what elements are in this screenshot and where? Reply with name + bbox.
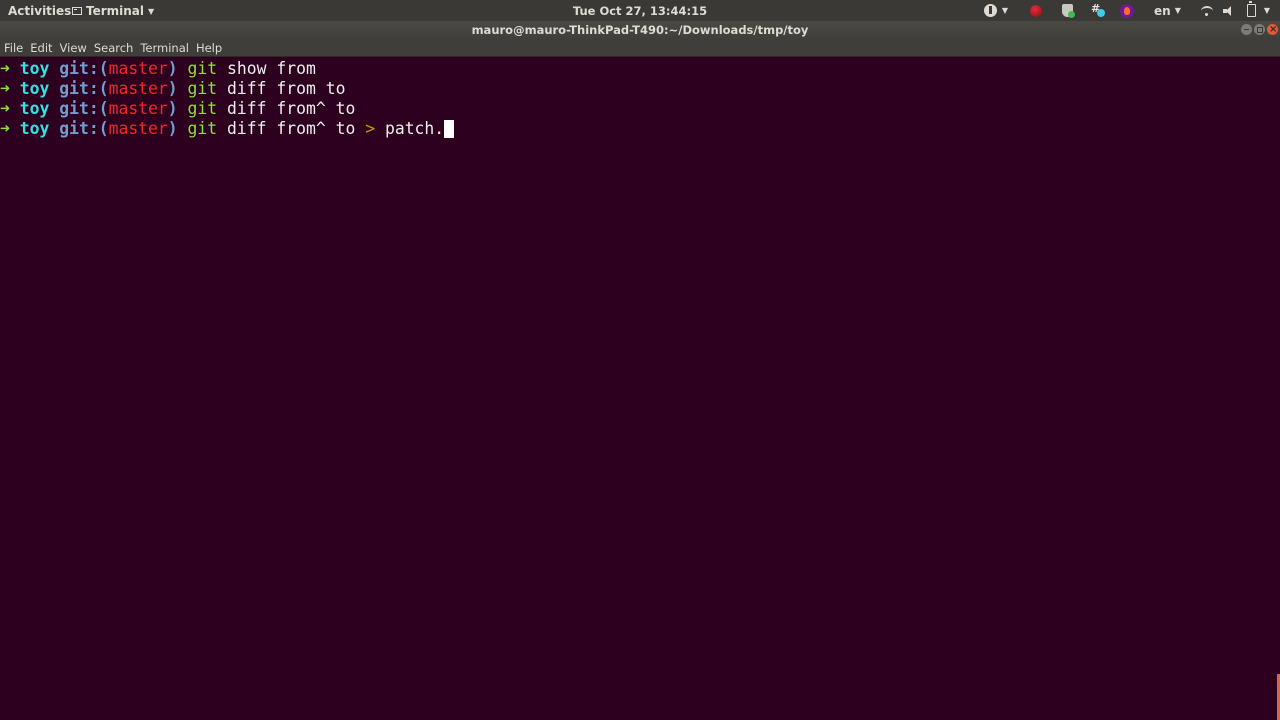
terminal-input-line[interactable]: ➜ toy git:(master) git diff from^ to > p… [0, 119, 1280, 139]
window-controls [1241, 20, 1278, 39]
top-bar: Activities Terminal ▼ Tue Oct 27, 13:44:… [0, 0, 1280, 21]
slack-icon[interactable] [1091, 2, 1105, 17]
prompt-directory: toy [19, 79, 50, 98]
prompt-git-label: git:( [59, 79, 109, 98]
volume-icon[interactable] [1222, 5, 1235, 16]
close-button[interactable] [1267, 20, 1278, 39]
prompt-git-close: ) [167, 79, 178, 98]
command: git [187, 99, 218, 118]
menu-help[interactable]: Help [196, 41, 222, 55]
terminal-line: ➜ toy git:(master) git diff from to [0, 79, 1280, 99]
terminal-line: ➜ toy git:(master) git show from [0, 59, 1280, 79]
menu-edit[interactable]: Edit [30, 41, 52, 55]
prompt-arrow: ➜ [0, 119, 10, 138]
prompt-arrow: ➜ [0, 79, 10, 98]
window-titlebar[interactable]: mauro@mauro-ThinkPad-T490:~/Downloads/tm… [0, 20, 1280, 40]
command-tail: patch. [384, 119, 445, 138]
command-args: show from [227, 59, 316, 78]
app-flame-icon[interactable] [1120, 3, 1134, 18]
menu-bar: File Edit View Search Terminal Help [0, 40, 1280, 57]
menu-terminal[interactable]: Terminal [140, 41, 189, 55]
wifi-icon[interactable] [1200, 5, 1213, 16]
prompt-directory: toy [19, 59, 50, 78]
command-args: diff from to [227, 79, 346, 98]
terminal-output[interactable]: ➜ toy git:(master) git show from ➜ toy g… [0, 57, 1280, 720]
menu-search[interactable]: Search [94, 41, 134, 55]
accessibility-icon[interactable] [983, 4, 997, 17]
battery-icon[interactable] [1246, 1, 1256, 17]
redirect-operator: > [365, 119, 376, 138]
chevron-down-icon[interactable]: ▼ [1264, 6, 1270, 15]
menu-file[interactable]: File [4, 41, 23, 55]
command: git [187, 119, 218, 138]
prompt-git-close: ) [167, 59, 178, 78]
text-cursor [444, 120, 455, 138]
command: git [187, 79, 218, 98]
chevron-down-icon: ▼ [1174, 6, 1181, 15]
system-tray: ▼ en ▼ ▼ [970, 1, 1270, 19]
prompt-arrow: ➜ [0, 99, 10, 118]
prompt-directory: toy [19, 119, 50, 138]
prompt-git-close: ) [167, 99, 178, 118]
minimize-button[interactable] [1241, 24, 1252, 35]
prompt-branch: master [108, 59, 168, 78]
prompt-directory: toy [19, 99, 50, 118]
terminal-line: ➜ toy git:(master) git diff from^ to [0, 99, 1280, 119]
prompt-branch: master [108, 79, 168, 98]
language-label: en [1154, 3, 1171, 18]
maximize-button[interactable] [1254, 24, 1265, 35]
prompt-arrow: ➜ [0, 59, 10, 78]
prompt-git-close: ) [167, 119, 178, 138]
command: git [187, 59, 218, 78]
menu-view[interactable]: View [60, 41, 87, 55]
prompt-branch: master [108, 119, 168, 138]
prompt-branch: master [108, 99, 168, 118]
prompt-git-label: git:( [59, 99, 109, 118]
language-selector[interactable]: en ▼ [1154, 4, 1181, 18]
prompt-git-label: git:( [59, 119, 109, 138]
window-title: mauro@mauro-ThinkPad-T490:~/Downloads/tm… [471, 23, 809, 37]
chevron-down-icon: ▼ [1001, 6, 1008, 15]
shield-icon[interactable] [1062, 4, 1075, 18]
command-args: diff from^ to [227, 99, 356, 118]
prompt-git-label: git:( [59, 59, 109, 78]
command-args: diff from^ to [227, 119, 356, 138]
recorder-icon[interactable] [1030, 4, 1042, 17]
